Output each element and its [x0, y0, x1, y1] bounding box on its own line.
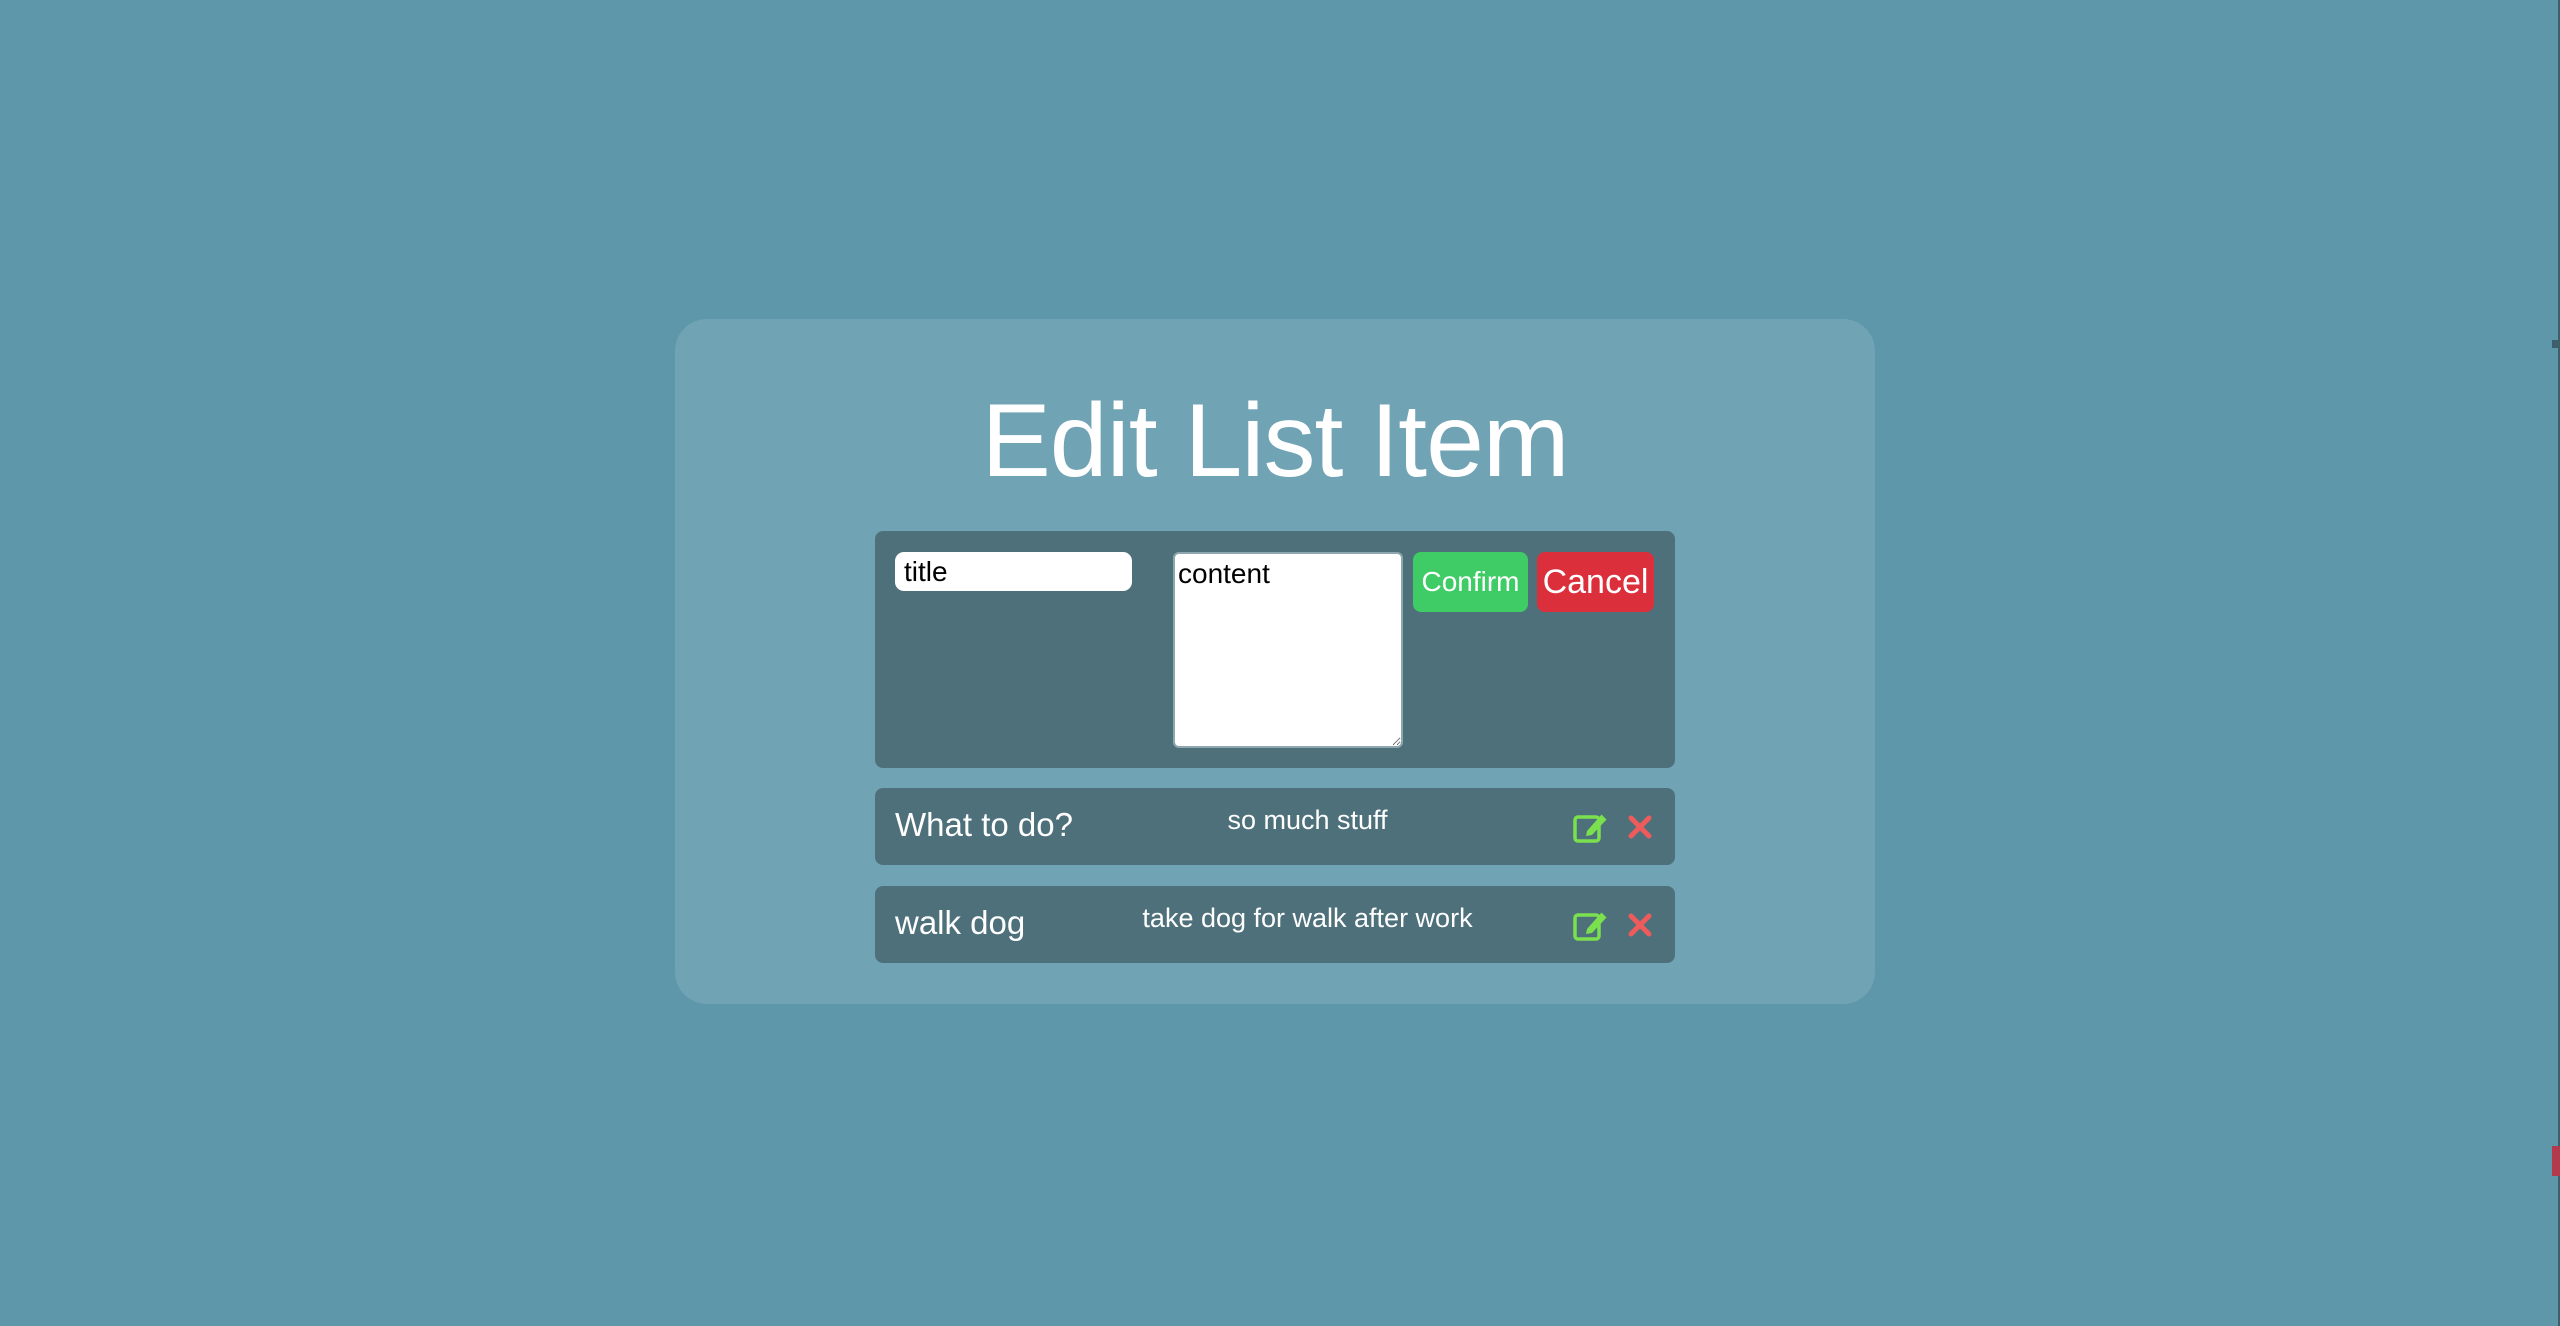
close-icon[interactable]	[1621, 906, 1659, 944]
edit-icon[interactable]	[1572, 906, 1610, 944]
title-input[interactable]	[895, 552, 1132, 591]
list-item: What to do? so much stuff	[875, 788, 1675, 865]
page-title: Edit List Item	[981, 383, 1569, 499]
list-item-content: take dog for walk after work	[1142, 903, 1473, 933]
content-textarea[interactable]: content	[1173, 552, 1403, 748]
scroll-marker-bottom	[2552, 1146, 2560, 1176]
confirm-button[interactable]: Confirm	[1413, 552, 1528, 612]
list-item-title: What to do?	[895, 806, 1073, 843]
list-item-title: walk dog	[895, 904, 1026, 941]
cancel-button[interactable]: Cancel	[1537, 552, 1654, 612]
close-icon[interactable]	[1621, 808, 1659, 846]
edit-icon[interactable]	[1572, 808, 1610, 846]
list-item-content: so much stuff	[1227, 805, 1388, 835]
scroll-marker-top	[2552, 340, 2560, 348]
list-item: walk dog take dog for walk after work	[875, 886, 1675, 963]
edit-form: content Confirm Cancel	[875, 531, 1675, 768]
edit-card: Edit List Item content Confirm Cancel Wh…	[675, 319, 1875, 1004]
